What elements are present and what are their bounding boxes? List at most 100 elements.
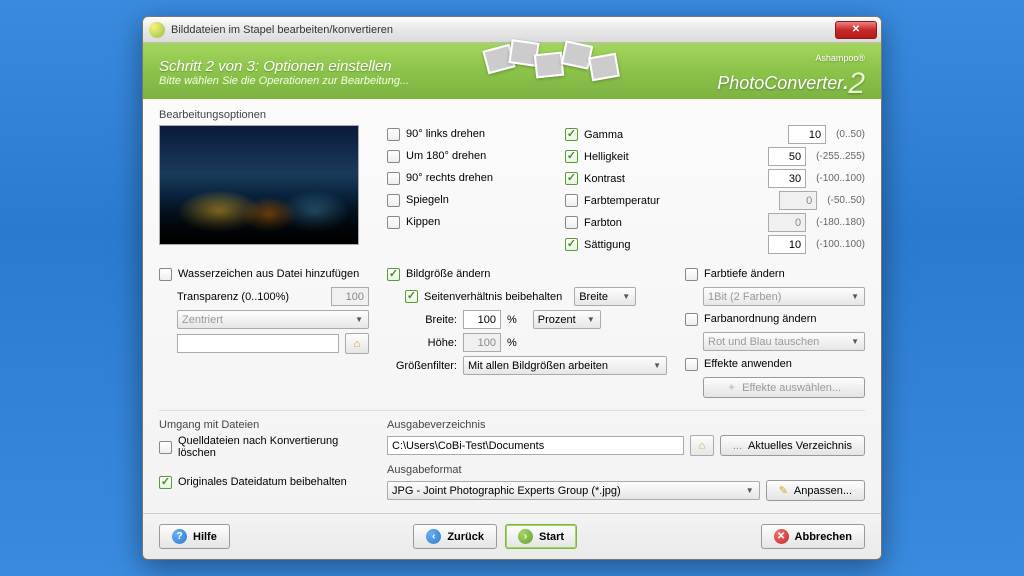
app-icon	[149, 22, 165, 38]
hue-label: Farbton	[584, 217, 664, 229]
gamma-label: Gamma	[584, 129, 664, 141]
start-button[interactable]: ›Start	[505, 524, 577, 549]
folder-icon: ⌂	[354, 338, 361, 350]
contrast-label: Kontrast	[584, 173, 664, 185]
watermark-label: Wasserzeichen aus Datei hinzufügen	[178, 268, 359, 280]
decorative-photos	[475, 39, 645, 103]
colororder-checkbox[interactable]	[685, 313, 698, 326]
brightness-checkbox[interactable]	[565, 150, 578, 163]
delete-source-label: Quelldateien nach Konvertierung löschen	[178, 435, 369, 459]
rotate-left-checkbox[interactable]	[387, 128, 400, 141]
dots-icon: ...	[733, 440, 742, 452]
flip-label: Kippen	[406, 216, 440, 228]
rotate-right-checkbox[interactable]	[387, 172, 400, 185]
colortemp-range: (-50..50)	[827, 195, 865, 206]
width-input[interactable]: 100	[463, 310, 501, 329]
delete-source-checkbox[interactable]	[159, 441, 172, 454]
brightness-range: (-255..255)	[816, 151, 865, 162]
unit-dropdown[interactable]: Prozent▼	[533, 310, 601, 329]
file-handling-label: Umgang mit Dateien	[159, 419, 369, 431]
watermark-checkbox[interactable]	[159, 268, 172, 281]
start-icon: ›	[518, 529, 533, 544]
height-label: Höhe:	[387, 337, 457, 349]
contrast-input[interactable]: 30	[768, 169, 806, 188]
effects-label: Effekte anwenden	[704, 358, 792, 370]
window-title: Bilddateien im Stapel bearbeiten/konvert…	[171, 24, 835, 36]
output-dir-label: Ausgabeverzeichnis	[387, 419, 865, 431]
saturation-range: (-100..100)	[816, 239, 865, 250]
height-input[interactable]: 100	[463, 333, 501, 352]
percent-suffix-2: %	[507, 337, 517, 349]
rotate-left-label: 90° links drehen	[406, 128, 485, 140]
contrast-checkbox[interactable]	[565, 172, 578, 185]
colortemp-input[interactable]: 0	[779, 191, 817, 210]
saturation-label: Sättigung	[584, 239, 664, 251]
effects-select-button[interactable]: ✦Effekte auswählen...	[703, 377, 865, 398]
footer: ?Hilfe ‹Zurück ›Start ✕Abbrechen	[143, 513, 881, 559]
colortemp-label: Farbtemperatur	[584, 195, 664, 207]
effects-checkbox[interactable]	[685, 358, 698, 371]
close-button[interactable]: ✕	[835, 21, 877, 39]
back-icon: ‹	[426, 529, 441, 544]
colororder-dropdown[interactable]: Rot und Blau tauschen▼	[703, 332, 865, 351]
saturation-input[interactable]: 10	[768, 235, 806, 254]
sizefilter-dropdown[interactable]: Mit allen Bildgrößen arbeiten▼	[463, 356, 667, 375]
brightness-label: Helligkeit	[584, 151, 664, 163]
help-button[interactable]: ?Hilfe	[159, 524, 230, 549]
sizefilter-label: Größenfilter:	[387, 360, 457, 372]
hue-range: (-180..180)	[816, 217, 865, 228]
cancel-button[interactable]: ✕Abbrechen	[761, 524, 865, 549]
colortemp-checkbox[interactable]	[565, 194, 578, 207]
main-window: Bilddateien im Stapel bearbeiten/konvert…	[142, 16, 882, 560]
resize-checkbox[interactable]	[387, 268, 400, 281]
watermark-position-dropdown[interactable]: Zentriert▼	[177, 310, 369, 329]
edit-options-label: Bearbeitungsoptionen	[159, 109, 865, 121]
output-format-dropdown[interactable]: JPG - Joint Photographic Experts Group (…	[387, 481, 760, 500]
gamma-checkbox[interactable]	[565, 128, 578, 141]
percent-suffix-1: %	[507, 314, 517, 326]
width-label: Breite:	[387, 314, 457, 326]
output-dir-input[interactable]: C:\Users\CoBi-Test\Documents	[387, 436, 684, 455]
keep-date-label: Originales Dateidatum beibehalten	[178, 476, 347, 488]
current-dir-button[interactable]: ...Aktuelles Verzeichnis	[720, 435, 865, 456]
rotate-180-label: Um 180° drehen	[406, 150, 486, 162]
aspect-mode-dropdown[interactable]: Breite▼	[574, 287, 636, 306]
help-icon: ?	[172, 529, 187, 544]
keep-aspect-label: Seitenverhältnis beibehalten	[424, 291, 562, 303]
brightness-input[interactable]: 50	[768, 147, 806, 166]
back-button[interactable]: ‹Zurück	[413, 524, 497, 549]
gamma-input[interactable]: 10	[788, 125, 826, 144]
resize-label: Bildgröße ändern	[406, 268, 490, 280]
preview-image	[159, 125, 359, 245]
mirror-checkbox[interactable]	[387, 194, 400, 207]
keep-aspect-checkbox[interactable]	[405, 290, 418, 303]
transparency-label: Transparenz (0..100%)	[177, 291, 289, 303]
rotate-right-label: 90° rechts drehen	[406, 172, 493, 184]
hue-checkbox[interactable]	[565, 216, 578, 229]
browse-output-button[interactable]: ⌂	[690, 435, 714, 456]
colordepth-label: Farbtiefe ändern	[704, 268, 785, 280]
tools-icon: ✎	[779, 484, 788, 497]
brand-logo: Ashampoo® PhotoConverter.2	[717, 53, 865, 97]
hue-input[interactable]: 0	[768, 213, 806, 232]
wand-icon: ✦	[727, 381, 736, 394]
folder-icon: ⌂	[699, 440, 706, 452]
contrast-range: (-100..100)	[816, 173, 865, 184]
rotate-180-checkbox[interactable]	[387, 150, 400, 163]
format-adjust-button[interactable]: ✎Anpassen...	[766, 480, 865, 501]
banner: Schritt 2 von 3: Optionen einstellen Bit…	[143, 43, 881, 99]
watermark-file-input[interactable]	[177, 334, 339, 353]
mirror-label: Spiegeln	[406, 194, 449, 206]
colororder-label: Farbanordnung ändern	[704, 313, 817, 325]
content-area: Bearbeitungsoptionen 90° links drehen Um…	[143, 99, 881, 513]
colordepth-checkbox[interactable]	[685, 268, 698, 281]
flip-checkbox[interactable]	[387, 216, 400, 229]
gamma-range: (0..50)	[836, 129, 865, 140]
keep-date-checkbox[interactable]	[159, 476, 172, 489]
cancel-icon: ✕	[774, 529, 789, 544]
browse-watermark-button[interactable]: ⌂	[345, 333, 369, 354]
colordepth-dropdown[interactable]: 1Bit (2 Farben)▼	[703, 287, 865, 306]
output-format-label: Ausgabeformat	[387, 464, 865, 476]
saturation-checkbox[interactable]	[565, 238, 578, 251]
transparency-input[interactable]: 100	[331, 287, 369, 306]
